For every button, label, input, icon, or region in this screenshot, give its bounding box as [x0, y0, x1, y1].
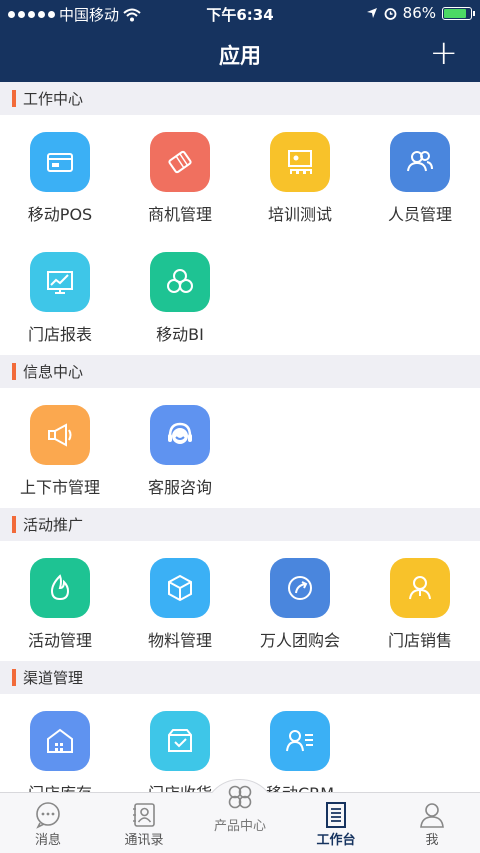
app-label: 万人团购会 — [259, 631, 340, 650]
app-header: 中国移动 下午6:34 86% 应用 + — [0, 0, 480, 82]
app-label: 移动POS — [27, 205, 93, 224]
crm-icon — [270, 711, 330, 771]
app-tile[interactable]: 门店收货 — [120, 694, 240, 792]
headset-icon — [150, 405, 210, 465]
people-icon — [390, 132, 450, 192]
app-label: 客服咨询 — [147, 478, 212, 497]
app-grid: 门店库存 门店收货移动CRM — [0, 694, 480, 792]
app-tile[interactable]: 上下市管理 — [0, 388, 120, 508]
tab-me-label: 我 — [425, 833, 439, 848]
section-title-label: 工作中心 — [23, 90, 84, 108]
page-title: 应用 — [219, 44, 261, 68]
section-title: 活动推广 — [0, 508, 480, 541]
bi-icon — [150, 252, 210, 312]
handshake-icon — [150, 132, 210, 192]
app-tile[interactable]: 门店销售 — [360, 541, 480, 661]
tab-workbench-label: 工作台 — [316, 833, 356, 848]
app-grid: 活动管理 物料管理 万人团购会 门店销售 — [0, 541, 480, 661]
chart-icon — [30, 252, 90, 312]
warehouse-icon — [30, 711, 90, 771]
section-title: 渠道管理 — [0, 661, 480, 694]
app-label: 上下市管理 — [19, 478, 100, 497]
app-tile[interactable]: 客服咨询 — [120, 388, 240, 508]
app-tile[interactable]: 移动BI — [120, 235, 240, 355]
tab-me[interactable]: 我 — [384, 793, 480, 853]
document-icon — [326, 802, 346, 828]
app-label: 门店库存 — [28, 780, 92, 792]
battery-icon — [442, 6, 475, 20]
section-title: 工作中心 — [0, 82, 480, 115]
app-grid: 上下市管理 客服咨询 — [0, 388, 480, 508]
clover-icon — [228, 785, 252, 809]
status-bar: 中国移动 下午6:34 86% — [0, 0, 480, 28]
app-label: 门店销售 — [387, 631, 452, 650]
app-label: 活动管理 — [27, 631, 92, 650]
app-tile[interactable]: 物料管理 — [120, 541, 240, 661]
app-tile[interactable]: 人员管理 — [360, 115, 480, 235]
app-label: 人员管理 — [387, 205, 452, 224]
tab-products-label: 产品中心 — [213, 819, 266, 834]
app-label: 商机管理 — [147, 205, 212, 224]
battery-percent: 86% — [402, 4, 436, 22]
alarm-icon — [384, 7, 397, 20]
location-icon — [366, 8, 377, 18]
tab-workbench[interactable]: 工作台 — [288, 793, 384, 853]
section-title-label: 信息中心 — [23, 363, 84, 381]
app-label: 门店报表 — [27, 325, 92, 344]
training-icon — [270, 132, 330, 192]
tab-contacts[interactable]: 通讯录 — [96, 793, 192, 853]
section-title-label: 活动推广 — [23, 516, 84, 534]
app-label: 移动BI — [156, 325, 204, 344]
app-tile[interactable]: 万人团购会 — [240, 541, 360, 661]
app-grid: 移动POS 商机管理 培训测试 人员管理门店报表 移动BI — [0, 115, 480, 355]
tab-bar: 消息 通讯录 产品中心 工作台 我 — [0, 779, 480, 853]
section-title-label: 渠道管理 — [23, 669, 84, 687]
app-tile[interactable]: 门店报表 — [0, 235, 120, 355]
tab-messages[interactable]: 消息 — [0, 793, 96, 853]
section-marker — [12, 669, 16, 686]
app-tile[interactable]: 活动管理 — [0, 541, 120, 661]
chat-icon — [36, 802, 60, 829]
app-tile[interactable]: 培训测试 — [240, 115, 360, 235]
apps-content: 工作中心移动POS 商机管理 培训测试 人员管理门店报表 移动BI 信息中心上下市管理 客服… — [0, 82, 480, 792]
section-title: 信息中心 — [0, 355, 480, 388]
section-marker — [12, 516, 16, 533]
tab-products[interactable]: 产品中心 — [190, 779, 290, 853]
app-tile[interactable]: 商机管理 — [120, 115, 240, 235]
section-marker — [12, 90, 16, 107]
section-marker — [12, 363, 16, 380]
receive-icon — [150, 711, 210, 771]
app-label: 物料管理 — [147, 631, 212, 650]
share-icon — [270, 558, 330, 618]
app-tile[interactable]: 移动CRM — [240, 694, 360, 792]
flame-icon — [30, 558, 90, 618]
salesperson-icon — [390, 558, 450, 618]
card-icon — [30, 132, 90, 192]
person-icon — [420, 803, 444, 828]
app-tile[interactable]: 门店库存 — [0, 694, 120, 792]
app-label: 培训测试 — [267, 205, 332, 224]
megaphone-icon — [30, 405, 90, 465]
tab-contacts-label: 通讯录 — [124, 833, 164, 848]
tab-messages-label: 消息 — [34, 833, 61, 848]
app-tile[interactable]: 移动POS — [0, 115, 120, 235]
box-icon — [150, 558, 210, 618]
contacts-icon — [133, 803, 155, 827]
add-button[interactable]: + — [430, 36, 459, 70]
